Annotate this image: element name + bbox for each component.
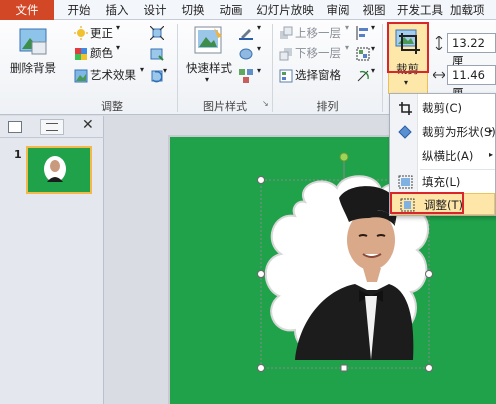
height-field[interactable]: 13.22 厘 <box>447 33 496 68</box>
crop-small-icon <box>398 101 413 115</box>
tab-home[interactable]: 开始 <box>62 0 96 20</box>
compress-pictures-icon[interactable] <box>149 25 165 41</box>
picture-effects-dropdown-icon[interactable]: ▾ <box>257 44 261 53</box>
width-icon <box>432 68 446 82</box>
picture-styles-group-label: 图片样式 <box>203 100 247 113</box>
menu-item-crop[interactable]: 裁剪(C) <box>390 97 495 119</box>
crop-highlight-box <box>387 22 429 73</box>
crop-dropdown-icon: ▾ <box>404 78 409 87</box>
color-icon[interactable] <box>74 47 88 61</box>
remove-background-icon[interactable] <box>18 26 50 56</box>
tab-view[interactable]: 视图 <box>358 0 390 20</box>
slides-pane: ✕ 1 <box>0 116 104 404</box>
group-icon[interactable] <box>356 47 370 61</box>
group-dropdown-icon[interactable]: ▾ <box>371 44 375 53</box>
quick-styles-label[interactable]: 快速样式 <box>186 60 232 76</box>
shape-icon <box>398 125 413 139</box>
menu-item-crop-to-shape-label: 裁剪为形状(S) <box>422 125 496 139</box>
slide-thumbnail[interactable] <box>26 146 92 194</box>
close-pane-icon[interactable]: ✕ <box>82 117 94 133</box>
slide-thumbnail-image <box>28 148 90 192</box>
tab-transitions[interactable]: 切换 <box>176 0 210 20</box>
tab-slideshow[interactable]: 幻灯片放映 <box>253 0 317 20</box>
align-icon[interactable] <box>356 26 370 40</box>
tab-design[interactable]: 设计 <box>138 0 172 20</box>
menu-item-aspect-ratio-label: 纵横比(A) <box>422 149 474 163</box>
quick-styles-icon[interactable] <box>192 24 224 56</box>
corrections-dropdown-icon[interactable]: ▾ <box>116 23 120 32</box>
corrections-label[interactable]: 更正 <box>90 25 113 41</box>
rotate-icon[interactable] <box>356 69 370 83</box>
color-dropdown-icon[interactable]: ▾ <box>116 43 120 52</box>
menu-item-crop-to-shape[interactable]: 裁剪为形状(S) ▸ <box>390 121 496 143</box>
outline-tab[interactable] <box>40 119 64 135</box>
tab-file[interactable]: 文件 <box>0 0 54 20</box>
send-backward-icon[interactable] <box>279 47 293 61</box>
artistic-dropdown-icon[interactable]: ▾ <box>140 65 144 74</box>
menu-item-fill-label: 填充(L) <box>422 175 461 189</box>
artistic-effects-label[interactable]: 艺术效果 <box>90 67 136 83</box>
tab-addins[interactable]: 加载项 <box>450 0 496 20</box>
menu-item-crop-label: 裁剪(C) <box>422 101 463 115</box>
artistic-effects-icon[interactable] <box>74 69 88 83</box>
bring-forward-icon[interactable] <box>279 26 293 40</box>
picture-border-icon[interactable] <box>239 26 253 40</box>
reset-dropdown-icon[interactable]: ▾ <box>163 66 167 75</box>
quick-styles-dropdown-icon[interactable]: ▾ <box>205 75 209 84</box>
picture-styles-launcher-icon[interactable]: ↘ <box>262 99 269 108</box>
picture-layout-dropdown-icon[interactable]: ▾ <box>257 66 261 75</box>
change-picture-icon[interactable] <box>150 47 164 61</box>
group-separator <box>177 24 178 112</box>
rotate-dropdown-icon[interactable]: ▾ <box>371 66 375 75</box>
group-separator <box>382 24 383 112</box>
submenu-arrow-icon: ▸ <box>488 150 493 159</box>
send-backward-label[interactable]: 下移一层 <box>295 45 341 61</box>
outline-tab-icon <box>46 123 58 131</box>
width-field[interactable]: 11.46 厘 <box>447 65 496 100</box>
tab-insert[interactable]: 插入 <box>100 0 134 20</box>
slide-number: 1 <box>14 148 22 161</box>
picture-layout-icon[interactable] <box>239 69 253 83</box>
menu-item-aspect-ratio[interactable]: 纵横比(A) ▸ <box>390 145 495 167</box>
picture-border-dropdown-icon[interactable]: ▾ <box>257 23 261 32</box>
height-value: 13.22 厘 <box>452 36 485 68</box>
selection-pane-label[interactable]: 选择窗格 <box>295 67 341 83</box>
bring-forward-label[interactable]: 上移一层 <box>295 25 341 41</box>
corrections-icon[interactable] <box>74 26 88 40</box>
menu-item-fill[interactable]: 填充(L) <box>390 171 495 193</box>
height-icon <box>433 35 445 51</box>
send-backward-dropdown-icon[interactable]: ▾ <box>345 43 349 52</box>
remove-background-label[interactable]: 删除背景 <box>10 60 56 76</box>
selection-pane-icon[interactable] <box>279 69 293 83</box>
fit-highlight-box <box>390 192 464 214</box>
submenu-arrow-icon: ▸ <box>488 126 493 135</box>
tab-animations[interactable]: 动画 <box>214 0 248 20</box>
group-separator <box>272 24 273 112</box>
tab-review[interactable]: 审阅 <box>322 0 354 20</box>
bring-forward-dropdown-icon[interactable]: ▾ <box>345 23 349 32</box>
adjust-group-label: 调整 <box>101 100 123 113</box>
color-label[interactable]: 颜色 <box>90 45 113 61</box>
menu-separator <box>420 169 495 170</box>
tab-developer[interactable]: 开发工具 <box>394 0 446 20</box>
align-dropdown-icon[interactable]: ▾ <box>371 23 375 32</box>
picture-effects-icon[interactable] <box>239 47 253 61</box>
reset-picture-icon[interactable] <box>150 69 164 83</box>
arrange-group-label: 排列 <box>316 100 339 113</box>
ribbon-tab-bar: 文件 开始 插入 设计 切换 动画 幻灯片放映 审阅 视图 开发工具 加载项 <box>0 0 496 20</box>
slides-pane-tabs: ✕ <box>0 116 104 138</box>
fill-icon <box>398 175 413 189</box>
slides-tab-icon[interactable] <box>8 121 22 133</box>
